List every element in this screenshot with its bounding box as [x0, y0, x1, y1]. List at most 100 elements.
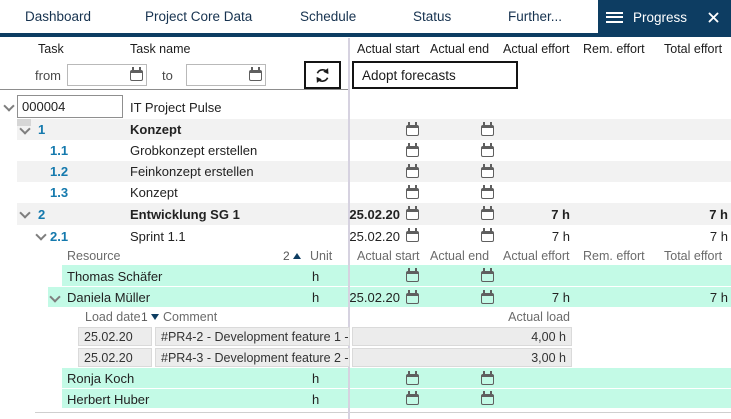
calendar-icon-actual-start[interactable]: [406, 394, 419, 405]
task-number: 1.2: [50, 161, 68, 182]
row-stripe: [17, 119, 731, 140]
resource-row[interactable]: Daniela Müller h 25.02.20 7 h 7 h: [0, 287, 731, 308]
task-row[interactable]: 1 Konzept: [0, 119, 731, 140]
refresh-icon: [313, 66, 332, 85]
project-row: IT Project Pulse: [0, 94, 731, 120]
resource-name: Ronja Koch: [67, 368, 134, 389]
load-value-cell: 4,00 h: [352, 327, 572, 346]
task-number: 2: [38, 203, 45, 225]
tab-project-core-data[interactable]: Project Core Data: [145, 0, 252, 33]
task-row[interactable]: 2.1 Sprint 1.1 25.02.20 7 h 7 h: [0, 225, 731, 247]
actual-effort-value: 7 h: [490, 203, 570, 225]
calendar-icon-actual-start[interactable]: [406, 231, 419, 242]
resource-row[interactable]: Thomas Schäfer h: [0, 265, 731, 287]
task-name: Grobkonzept erstellen: [130, 140, 257, 161]
tab-progress-label: Progress: [633, 10, 687, 25]
calendar-icon-actual-end[interactable]: [481, 188, 494, 199]
calendar-icon-actual-end[interactable]: [481, 167, 494, 178]
task-row[interactable]: 1.2 Feinkonzept erstellen: [0, 161, 731, 182]
sort-ascending-icon: [293, 253, 301, 259]
sort-indicator[interactable]: 1: [141, 308, 159, 326]
calendar-icon-to[interactable]: [249, 70, 262, 81]
resource-row[interactable]: Herbert Huber h: [0, 389, 731, 409]
filter-divider: [0, 89, 348, 90]
main-header-row: Task Task name Actual start Actual end A…: [0, 38, 731, 59]
sort-indicator[interactable]: 2: [283, 247, 301, 265]
calendar-icon-actual-start[interactable]: [406, 146, 419, 157]
close-icon[interactable]: [708, 12, 719, 23]
actual-start-value: 25.02.20: [348, 225, 400, 247]
calendar-icon-actual-start[interactable]: [406, 188, 419, 199]
progress-screen: Dashboard Project Core Data Schedule Sta…: [0, 0, 731, 419]
col-resource[interactable]: Resource: [67, 247, 121, 265]
resource-header-row: Resource 2 Unit Actual start Actual end …: [0, 247, 731, 265]
filter-from-label: from: [35, 68, 61, 83]
task-row[interactable]: 1.1 Grobkonzept erstellen: [0, 140, 731, 161]
calendar-icon-actual-start[interactable]: [406, 209, 419, 220]
calendar-icon-actual-end[interactable]: [481, 271, 494, 282]
actual-effort-value: 7 h: [490, 225, 570, 247]
task-name: Sprint 1.1: [130, 225, 186, 247]
resource-unit: h: [312, 389, 319, 409]
input-resize-handle: [17, 119, 31, 126]
sort-descending-icon: [151, 314, 159, 320]
col-actual-effort: Actual effort: [503, 38, 569, 59]
calendar-icon-actual-end[interactable]: [481, 125, 494, 136]
calendar-icon-actual-start[interactable]: [406, 271, 419, 282]
task-number: 1.3: [50, 182, 68, 203]
load-header-row: Load date 1 Comment Actual load: [0, 308, 731, 326]
col-task-name: Task name: [130, 38, 190, 59]
calendar-icon-actual-start[interactable]: [406, 293, 419, 304]
calendar-icon-actual-start[interactable]: [406, 125, 419, 136]
chevron-down-icon[interactable]: [36, 230, 45, 239]
chevron-down-icon[interactable]: [20, 208, 29, 217]
task-name: Konzept: [130, 182, 178, 203]
filter-to-label: to: [162, 68, 173, 83]
task-row[interactable]: 1.3 Konzept: [0, 182, 731, 203]
tab-status[interactable]: Status: [413, 0, 451, 33]
load-row: 25.02.20 #PR4-2 - Development feature 1 …: [0, 326, 731, 347]
col-task: Task: [38, 38, 64, 59]
calendar-icon-actual-end[interactable]: [481, 394, 494, 405]
task-number: 2.1: [50, 225, 68, 247]
adopt-forecasts-button[interactable]: Adopt forecasts: [352, 61, 518, 89]
task-row[interactable]: 2 Entwicklung SG 1 25.02.20 7 h 7 h: [0, 203, 731, 225]
col-total-effort: Total effort: [664, 38, 722, 59]
bottom-divider: [35, 412, 731, 413]
task-name: Konzept: [130, 119, 181, 140]
col-rem-effort: Rem. effort: [583, 247, 645, 265]
project-id-input[interactable]: [17, 95, 123, 118]
load-comment-cell: #PR4-3 - Development feature 2 -: [155, 348, 350, 367]
row-stripe: [17, 161, 731, 182]
resource-unit: h: [312, 287, 319, 308]
chevron-down-icon[interactable]: [4, 101, 13, 110]
col-actual-end: Actual end: [430, 38, 489, 59]
tab-dashboard[interactable]: Dashboard: [25, 0, 91, 33]
resource-unit: h: [312, 368, 319, 389]
tab-progress-active[interactable]: Progress: [598, 0, 731, 34]
actual-start-value: 25.02.20: [348, 203, 400, 225]
calendar-icon-from[interactable]: [130, 70, 143, 81]
sort-priority: 2: [283, 249, 290, 263]
tab-schedule[interactable]: Schedule: [300, 0, 356, 33]
resource-row[interactable]: Ronja Koch h: [0, 368, 731, 389]
chevron-down-icon[interactable]: [50, 292, 59, 301]
col-load-date[interactable]: Load date: [85, 308, 141, 326]
actual-start-value: 25.02.20: [348, 287, 400, 308]
calendar-icon-actual-end[interactable]: [481, 146, 494, 157]
tab-further[interactable]: Further...: [508, 0, 562, 33]
total-effort-value: 7 h: [648, 225, 728, 247]
project-name: IT Project Pulse: [130, 94, 222, 120]
menu-icon[interactable]: [606, 12, 623, 23]
calendar-icon-actual-start[interactable]: [406, 374, 419, 385]
resource-name: Herbert Huber: [67, 389, 149, 409]
task-name: Feinkonzept erstellen: [130, 161, 254, 182]
resource-row-highlight: [62, 389, 731, 408]
calendar-icon-actual-end[interactable]: [481, 374, 494, 385]
refresh-button[interactable]: [304, 61, 341, 89]
tab-underline: [0, 33, 731, 37]
calendar-icon-actual-start[interactable]: [406, 167, 419, 178]
task-name: Entwicklung SG 1: [130, 203, 240, 225]
total-effort-value: 7 h: [648, 203, 728, 225]
col-comment: Comment: [163, 308, 217, 326]
